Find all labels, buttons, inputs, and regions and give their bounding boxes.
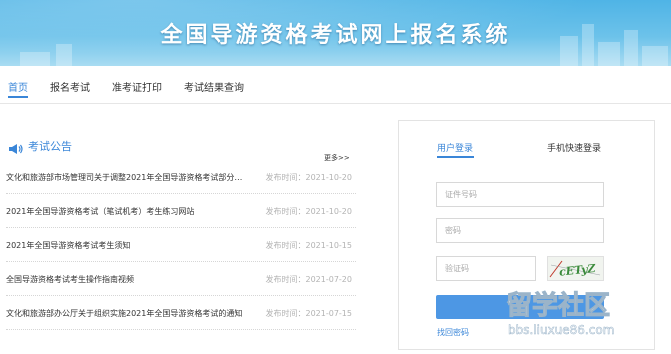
tab-mobile-login[interactable]: 手机快速登录	[547, 141, 601, 154]
password-input[interactable]	[436, 218, 604, 243]
notice-item[interactable]: 全国导游资格考试考生操作指南视频 发布时间：2021-07-20	[6, 262, 356, 296]
notice-section-title: 考试公告	[28, 140, 72, 153]
notice-item-date: 发布时间：2021-10-15	[265, 241, 353, 250]
notice-item-title[interactable]: 文化和旅游部市场管理司关于调整2021年全国导游资格考试部分…	[6, 172, 262, 183]
nav-exam-registration[interactable]: 报名考试	[50, 79, 90, 94]
notice-item-title[interactable]: 全国导游资格考试考生操作指南视频	[6, 274, 262, 285]
notice-item[interactable]: 2021年全国导游资格考试考生须知 发布时间：2021-10-15	[6, 228, 356, 262]
captcha-text: cETyZ	[558, 262, 597, 279]
watermark-url: bbs.liuxue86.com	[508, 323, 614, 337]
site-watermark: 留学社区 bbs.liuxue86.com	[492, 284, 664, 348]
nav-home[interactable]: 首页	[8, 79, 28, 94]
megaphone-icon	[8, 140, 24, 154]
banner-building	[642, 46, 668, 66]
notice-item-title[interactable]: 2021年全国导游资格考试（笔试机考）考生练习网站	[6, 206, 262, 217]
notice-item[interactable]: 文化和旅游部市场管理司关于调整2021年全国导游资格考试部分… 发布时间：202…	[6, 160, 356, 194]
banner-building	[20, 52, 50, 66]
login-tab-indicator	[437, 156, 474, 158]
notice-item-date: 发布时间：2021-10-20	[265, 207, 353, 216]
nav-divider	[0, 103, 671, 104]
tab-user-login[interactable]: 用户登录	[437, 141, 473, 154]
captcha-input[interactable]	[436, 256, 536, 281]
nav-active-indicator	[8, 96, 28, 98]
forgot-password-link[interactable]: 找回密码	[437, 327, 469, 338]
header-banner: 全国导游资格考试网上报名系统	[0, 0, 671, 66]
site-title: 全国导游资格考试网上报名系统	[160, 23, 511, 48]
notice-item-date: 发布时间：2021-10-20	[265, 173, 353, 182]
notice-item-date: 发布时间：2021-07-15	[265, 309, 353, 318]
watermark-logo-text: 留学社区	[506, 290, 610, 321]
notice-item-title[interactable]: 2021年全国导游资格考试考生须知	[6, 240, 262, 251]
id-number-input[interactable]	[436, 182, 604, 207]
main-nav: 首页 报名考试 准考证打印 考试结果查询	[0, 66, 671, 104]
nav-result-query[interactable]: 考试结果查询	[184, 79, 244, 94]
notice-list: 文化和旅游部市场管理司关于调整2021年全国导游资格考试部分… 发布时间：202…	[6, 160, 356, 330]
notice-item[interactable]: 文化和旅游部办公厅关于组织实施2021年全国导游资格考试的通知 发布时间：202…	[6, 296, 356, 330]
captcha-image[interactable]: cETyZ	[547, 256, 604, 281]
nav-admission-ticket[interactable]: 准考证打印	[112, 79, 162, 94]
notice-item-date: 发布时间：2021-07-20	[265, 275, 353, 284]
notice-item[interactable]: 2021年全国导游资格考试（笔试机考）考生练习网站 发布时间：2021-10-2…	[6, 194, 356, 228]
notice-item-title[interactable]: 文化和旅游部办公厅关于组织实施2021年全国导游资格考试的通知	[6, 308, 262, 319]
